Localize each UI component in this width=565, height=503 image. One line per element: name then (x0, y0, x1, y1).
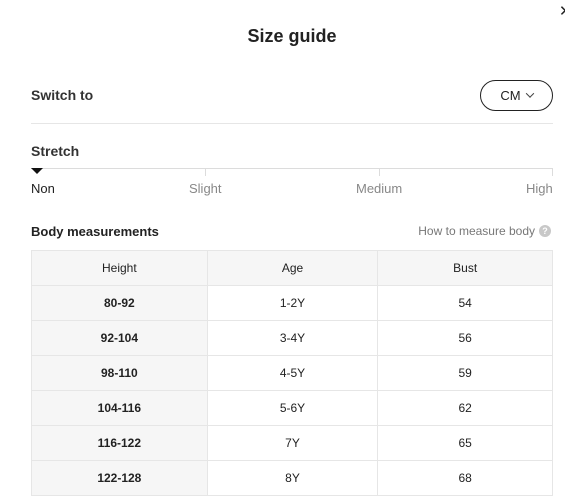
dialog-title: Size guide (247, 26, 337, 46)
stretch-level-high: High (526, 181, 553, 196)
column-header-age: Age (206, 250, 379, 286)
bust-cell: 65 (377, 425, 553, 461)
age-cell: 3-4Y (206, 320, 379, 356)
table-row: 122-128 8Y 68 (31, 460, 553, 496)
how-to-measure-link[interactable]: How to measure body ? (418, 224, 551, 238)
age-cell: 7Y (206, 425, 379, 461)
unit-value: CM (500, 87, 521, 103)
age-cell: 4-5Y (206, 355, 379, 391)
stretch-title: Stretch (31, 143, 80, 159)
body-measurements-title: Body measurements (31, 224, 159, 239)
question-icon: ? (539, 225, 551, 237)
stretch-scale-track (31, 168, 553, 169)
column-header-height: Height (31, 250, 208, 286)
how-to-measure-label: How to measure body (418, 224, 535, 238)
stretch-level-slight: Slight (189, 181, 222, 196)
stretch-tick (205, 168, 206, 176)
age-cell: 1-2Y (206, 285, 379, 321)
height-cell: 116-122 (31, 425, 208, 461)
height-cell: 98-110 (31, 355, 208, 391)
column-header-bust: Bust (377, 250, 553, 286)
size-table: Height Age Bust 80-92 1-2Y 54 92-104 3-4… (31, 250, 553, 496)
bust-cell: 68 (377, 460, 553, 496)
chevron-down-icon (525, 89, 534, 98)
bust-cell: 62 (377, 390, 553, 426)
age-cell: 5-6Y (206, 390, 379, 426)
stretch-tick (552, 168, 553, 176)
table-row: 80-92 1-2Y 54 (31, 285, 553, 321)
table-row: 116-122 7Y 65 (31, 425, 553, 461)
age-cell: 8Y (206, 460, 379, 496)
bust-cell: 59 (377, 355, 553, 391)
table-header-row: Height Age Bust (31, 250, 553, 286)
bust-cell: 54 (377, 285, 553, 321)
height-cell: 92-104 (31, 320, 208, 356)
table-row: 104-116 5-6Y 62 (31, 390, 553, 426)
stretch-marker-icon (31, 168, 43, 174)
height-cell: 104-116 (31, 390, 208, 426)
stretch-level-non: Non (31, 181, 55, 196)
stretch-level-medium: Medium (356, 181, 403, 196)
divider (31, 123, 553, 124)
table-row: 92-104 3-4Y 56 (31, 320, 553, 356)
height-cell: 80-92 (31, 285, 208, 321)
unit-switch-row: Switch to CM (31, 78, 553, 112)
table-row: 98-110 4-5Y 59 (31, 355, 553, 391)
stretch-tick (379, 168, 380, 176)
unit-dropdown[interactable]: CM (480, 79, 553, 111)
switch-label: Switch to (31, 87, 94, 103)
height-cell: 122-128 (31, 460, 208, 496)
close-icon[interactable]: ✕ (559, 4, 565, 19)
bust-cell: 56 (377, 320, 553, 356)
